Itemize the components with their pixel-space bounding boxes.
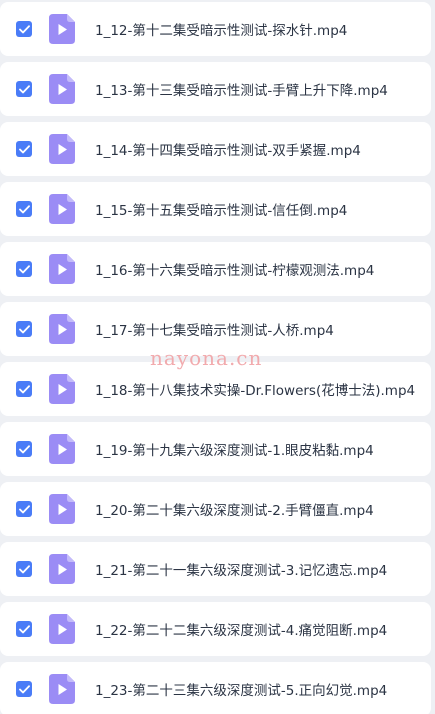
file-checkbox[interactable]	[16, 441, 32, 457]
file-list: 1_12-第十二集受暗示性测试-探水针.mp4 1_13-第十三集受暗示性测试-手…	[0, 0, 435, 714]
file-row[interactable]: 1_23-第二十三集六级深度测试-5.正向幻觉.mp4	[0, 662, 431, 714]
file-name: 1_15-第十五集受暗示性测试-信任倒.mp4	[95, 203, 348, 219]
video-file-play-icon	[49, 434, 75, 464]
checkmark-icon	[18, 264, 30, 273]
video-file-play-icon	[49, 254, 75, 284]
checkmark-icon	[18, 24, 30, 33]
file-checkbox[interactable]	[16, 21, 32, 37]
video-file-play-icon	[49, 14, 75, 44]
file-name: 1_16-第十六集受暗示性测试-柠檬观测法.mp4	[95, 263, 375, 279]
file-name: 1_17-第十七集受暗示性测试-人桥.mp4	[95, 323, 334, 339]
file-name: 1_22-第二十二集六级深度测试-4.痛觉阻断.mp4	[95, 623, 388, 639]
file-name: 1_23-第二十三集六级深度测试-5.正向幻觉.mp4	[95, 683, 388, 699]
checkmark-icon	[18, 564, 30, 573]
checkmark-icon	[18, 504, 30, 513]
checkmark-icon	[18, 324, 30, 333]
video-file-play-icon	[49, 314, 75, 344]
checkmark-icon	[18, 204, 30, 213]
file-row[interactable]: 1_13-第十三集受暗示性测试-手臂上升下降.mp4	[0, 62, 431, 116]
file-checkbox[interactable]	[16, 321, 32, 337]
video-file-play-icon	[49, 374, 75, 404]
checkmark-icon	[18, 84, 30, 93]
file-checkbox[interactable]	[16, 381, 32, 397]
file-row[interactable]: 1_19-第十九集六级深度测试-1.眼皮粘黏.mp4	[0, 422, 431, 476]
video-file-play-icon	[49, 674, 75, 704]
file-name: 1_18-第十八集技术实操-Dr.Flowers(花博士法).mp4	[95, 383, 416, 399]
file-row[interactable]: 1_16-第十六集受暗示性测试-柠檬观测法.mp4	[0, 242, 431, 296]
file-checkbox[interactable]	[16, 621, 32, 637]
file-checkbox[interactable]	[16, 201, 32, 217]
video-file-play-icon	[49, 614, 75, 644]
file-row[interactable]: 1_15-第十五集受暗示性测试-信任倒.mp4	[0, 182, 431, 236]
checkmark-icon	[18, 444, 30, 453]
file-row[interactable]: 1_22-第二十二集六级深度测试-4.痛觉阻断.mp4	[0, 602, 431, 656]
checkmark-icon	[18, 384, 30, 393]
file-name: 1_20-第二十集六级深度测试-2.手臂僵直.mp4	[95, 503, 374, 519]
checkmark-icon	[18, 684, 30, 693]
checkmark-icon	[18, 624, 30, 633]
file-row[interactable]: 1_20-第二十集六级深度测试-2.手臂僵直.mp4	[0, 482, 431, 536]
checkmark-icon	[18, 144, 30, 153]
file-checkbox[interactable]	[16, 141, 32, 157]
file-checkbox[interactable]	[16, 561, 32, 577]
file-name: 1_21-第二十一集六级深度测试-3.记忆遗忘.mp4	[95, 563, 388, 579]
video-file-play-icon	[49, 74, 75, 104]
video-file-play-icon	[49, 194, 75, 224]
video-file-play-icon	[49, 134, 75, 164]
file-name: 1_12-第十二集受暗示性测试-探水针.mp4	[95, 23, 348, 39]
video-file-play-icon	[49, 494, 75, 524]
file-name: 1_19-第十九集六级深度测试-1.眼皮粘黏.mp4	[95, 443, 374, 459]
file-name: 1_13-第十三集受暗示性测试-手臂上升下降.mp4	[95, 83, 388, 99]
file-checkbox[interactable]	[16, 261, 32, 277]
file-checkbox[interactable]	[16, 681, 32, 697]
video-file-play-icon	[49, 554, 75, 584]
file-row[interactable]: 1_12-第十二集受暗示性测试-探水针.mp4	[0, 2, 431, 56]
file-row[interactable]: 1_14-第十四集受暗示性测试-双手紧握.mp4	[0, 122, 431, 176]
file-checkbox[interactable]	[16, 501, 32, 517]
file-row[interactable]: 1_18-第十八集技术实操-Dr.Flowers(花博士法).mp4	[0, 362, 431, 416]
file-checkbox[interactable]	[16, 81, 32, 97]
file-name: 1_14-第十四集受暗示性测试-双手紧握.mp4	[95, 143, 361, 159]
file-row[interactable]: 1_17-第十七集受暗示性测试-人桥.mp4	[0, 302, 431, 356]
file-row[interactable]: 1_21-第二十一集六级深度测试-3.记忆遗忘.mp4	[0, 542, 431, 596]
